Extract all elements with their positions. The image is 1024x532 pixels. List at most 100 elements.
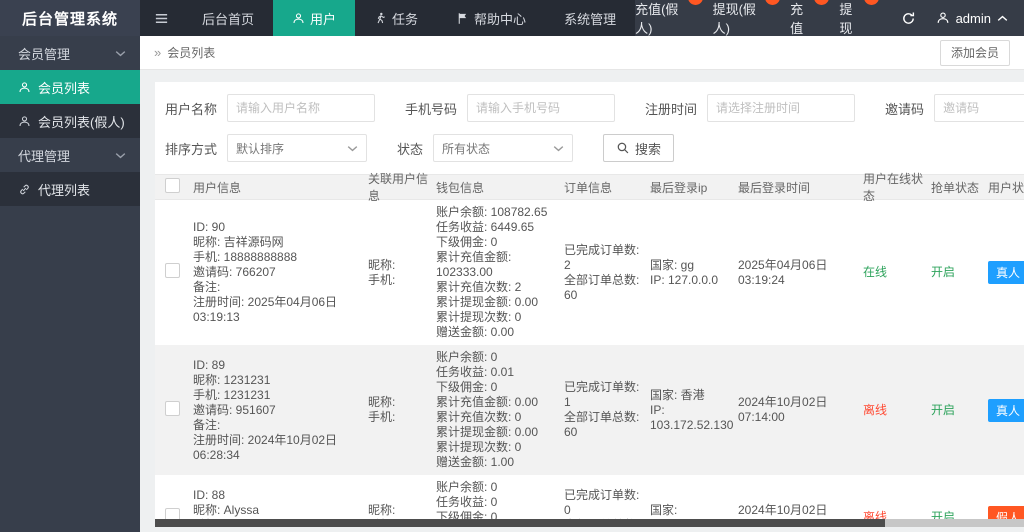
- username: admin: [955, 10, 991, 26]
- header-cell: 抢单状态: [931, 180, 980, 195]
- info-line: 国家: 香港: [650, 387, 705, 402]
- info-line: 全部订单总数: 60: [564, 272, 640, 302]
- filter-select-1[interactable]: 所有状态: [433, 134, 574, 162]
- online-status: 离线: [863, 402, 888, 417]
- last-login-cell: 2025年04月06日 03:19:24: [738, 257, 828, 287]
- chevron-down-icon: [347, 145, 358, 152]
- notice-group: 充值(假人) 3 提现(假人) 2 充值 2 提现 0: [635, 0, 879, 37]
- checkbox-cell: [155, 263, 193, 282]
- order-info-cell: 已完成订单数: 0全部订单总数: 60: [564, 488, 650, 523]
- info-line: 昵称:: [368, 502, 396, 517]
- top-menu-item-label: 帮助中心: [474, 11, 527, 27]
- user-icon: [18, 115, 31, 128]
- row-checkbox[interactable]: [165, 263, 180, 278]
- related-info-cell: 昵称:手机:: [368, 258, 436, 288]
- info-line: 累计提现次数: 0: [436, 440, 522, 454]
- user-menu[interactable]: admin: [936, 11, 1024, 26]
- row-checkbox[interactable]: [165, 400, 180, 416]
- chevron-down-icon: [115, 50, 126, 57]
- add-member-button[interactable]: 添加会员: [939, 39, 1010, 66]
- notice-label: 提现(假人): [712, 2, 756, 36]
- online-status-cell: 在线: [863, 265, 931, 280]
- select-value: 默认排序: [236, 141, 285, 156]
- refresh-icon[interactable]: [901, 11, 916, 26]
- info-line: 备注:: [193, 417, 221, 432]
- header-cell-checkbox: [155, 178, 193, 196]
- info-line: 国家:: [650, 502, 678, 517]
- user-type-button[interactable]: 真人: [988, 398, 1024, 422]
- info-line: 已完成订单数: 2: [564, 242, 640, 272]
- ip-info-cell: 国家: gg IP: 127.0.0.0: [650, 258, 738, 288]
- select-group-1: 状态 所有状态: [397, 134, 574, 162]
- filter-label: 注册时间: [645, 101, 698, 117]
- header-cell: 用户状态: [988, 180, 1024, 195]
- filter-group-3: 邀请码: [885, 94, 1024, 122]
- user-type-button[interactable]: 真人: [988, 261, 1024, 284]
- notice-badge: 3: [687, 0, 703, 5]
- sidebar-item-1-0[interactable]: 代理列表: [0, 172, 140, 206]
- user-info-cell: ID: 89 昵称: 1231231 手机: 1231231 邀请码: 951607 备…: [193, 358, 368, 463]
- grab-status: 开启: [931, 402, 956, 417]
- sidebar-item-0-0[interactable]: 会员列表: [0, 70, 140, 104]
- last-login-cell: 2024年10月02日 07:14:00: [738, 395, 828, 424]
- top-menu-item-0[interactable]: 后台首页: [183, 0, 273, 36]
- user-icon: [292, 12, 305, 25]
- notice-item-2[interactable]: 充值 2: [790, 0, 830, 37]
- search-button[interactable]: 搜索: [603, 134, 675, 162]
- table-row: ID: 90 昵称: 吉祥源码网 手机: 18888888888 邀请码: 76620…: [155, 200, 1024, 345]
- info-line: 累计充值金额: 0.00: [436, 395, 539, 409]
- filter-input-1[interactable]: [467, 94, 616, 122]
- info-line: 手机:: [368, 410, 396, 424]
- top-menu-item-3[interactable]: 帮助中心: [437, 0, 545, 36]
- user-info-cell: ID: 88昵称: Alyssa手机: 601167931885邀请码: 581…: [193, 488, 368, 523]
- user-icon: [936, 11, 950, 25]
- top-menu-item-4[interactable]: 系统管理: [545, 0, 635, 36]
- sidebar-item-0-1[interactable]: 会员列表(假人): [0, 104, 140, 138]
- sidebar: 会员管理 会员列表会员列表(假人) 代理管理代理列表: [0, 36, 140, 532]
- top-menu-item-label: 系统管理: [564, 11, 617, 27]
- notice-item-3[interactable]: 提现 0: [839, 0, 879, 37]
- info-line: 下级佣金: 0: [436, 380, 498, 394]
- info-line: 注册时间: 2025年04月06日 03:19:13: [193, 295, 338, 324]
- top-menu-item-1[interactable]: 用户: [273, 0, 356, 36]
- info-line: 昵称: Alyssa: [193, 502, 260, 517]
- select-value: 所有状态: [442, 141, 491, 156]
- sidebar-item-label: 会员列表(假人): [38, 114, 125, 130]
- info-line: 下级佣金: 0: [436, 235, 498, 249]
- notice-label: 充值(假人): [635, 2, 679, 36]
- header-cell: 钱包信息: [436, 180, 485, 195]
- user-icon: [18, 81, 31, 94]
- filter-row-2: 排序方式 默认排序 状态 所有状态 搜索: [155, 122, 1024, 162]
- online-status-cell: 离线: [863, 403, 931, 418]
- notice-label: 提现: [839, 2, 853, 36]
- info-line: 邀请码: 951607: [193, 402, 276, 417]
- collapse-menu-icon[interactable]: [140, 0, 183, 36]
- sidebar-group-1[interactable]: 代理管理: [0, 138, 140, 172]
- notice-item-1[interactable]: 提现(假人) 2: [712, 0, 781, 37]
- info-line: 任务收益: 6449.65: [436, 220, 535, 234]
- sidebar-item-label: 代理列表: [38, 182, 91, 198]
- scrollbar-thumb[interactable]: [155, 519, 885, 527]
- filter-group-0: 用户名称: [165, 94, 376, 122]
- wallet-info-cell: 账户余额: 0任务收益: 0下级佣金: 0累计充值金额: 0.00累计充值次数:…: [436, 480, 564, 522]
- filter-input-3[interactable]: [934, 94, 1024, 122]
- notice-badge: 0: [863, 0, 879, 5]
- filter-select-0[interactable]: 默认排序: [227, 134, 368, 162]
- filter-label: 手机号码: [405, 101, 458, 117]
- member-table: 用户信息 关联用户信息 钱包信息 订单信息 最后登录ip 最后登录时间 用户在线状态 抢单状态…: [155, 172, 1024, 523]
- top-menu-item-2[interactable]: 任务: [355, 0, 437, 36]
- filter-input-2[interactable]: [707, 94, 856, 122]
- chevron-up-icon: [997, 15, 1008, 22]
- filter-input-0[interactable]: [227, 94, 376, 122]
- info-line: 累计充值次数: 0: [436, 410, 522, 424]
- notice-badge: 2: [765, 0, 781, 5]
- top-menu-item-label: 后台首页: [202, 11, 255, 27]
- filter-group-2: 注册时间: [645, 94, 856, 122]
- notice-item-0[interactable]: 充值(假人) 3: [635, 0, 703, 37]
- sidebar-group-0[interactable]: 会员管理: [0, 36, 140, 70]
- horizontal-scrollbar[interactable]: [155, 519, 1024, 527]
- info-line: 备注:: [193, 280, 221, 294]
- info-line: ID: 90: [193, 220, 226, 234]
- notice-badge: 2: [814, 0, 830, 5]
- select-all-checkbox[interactable]: [165, 178, 180, 193]
